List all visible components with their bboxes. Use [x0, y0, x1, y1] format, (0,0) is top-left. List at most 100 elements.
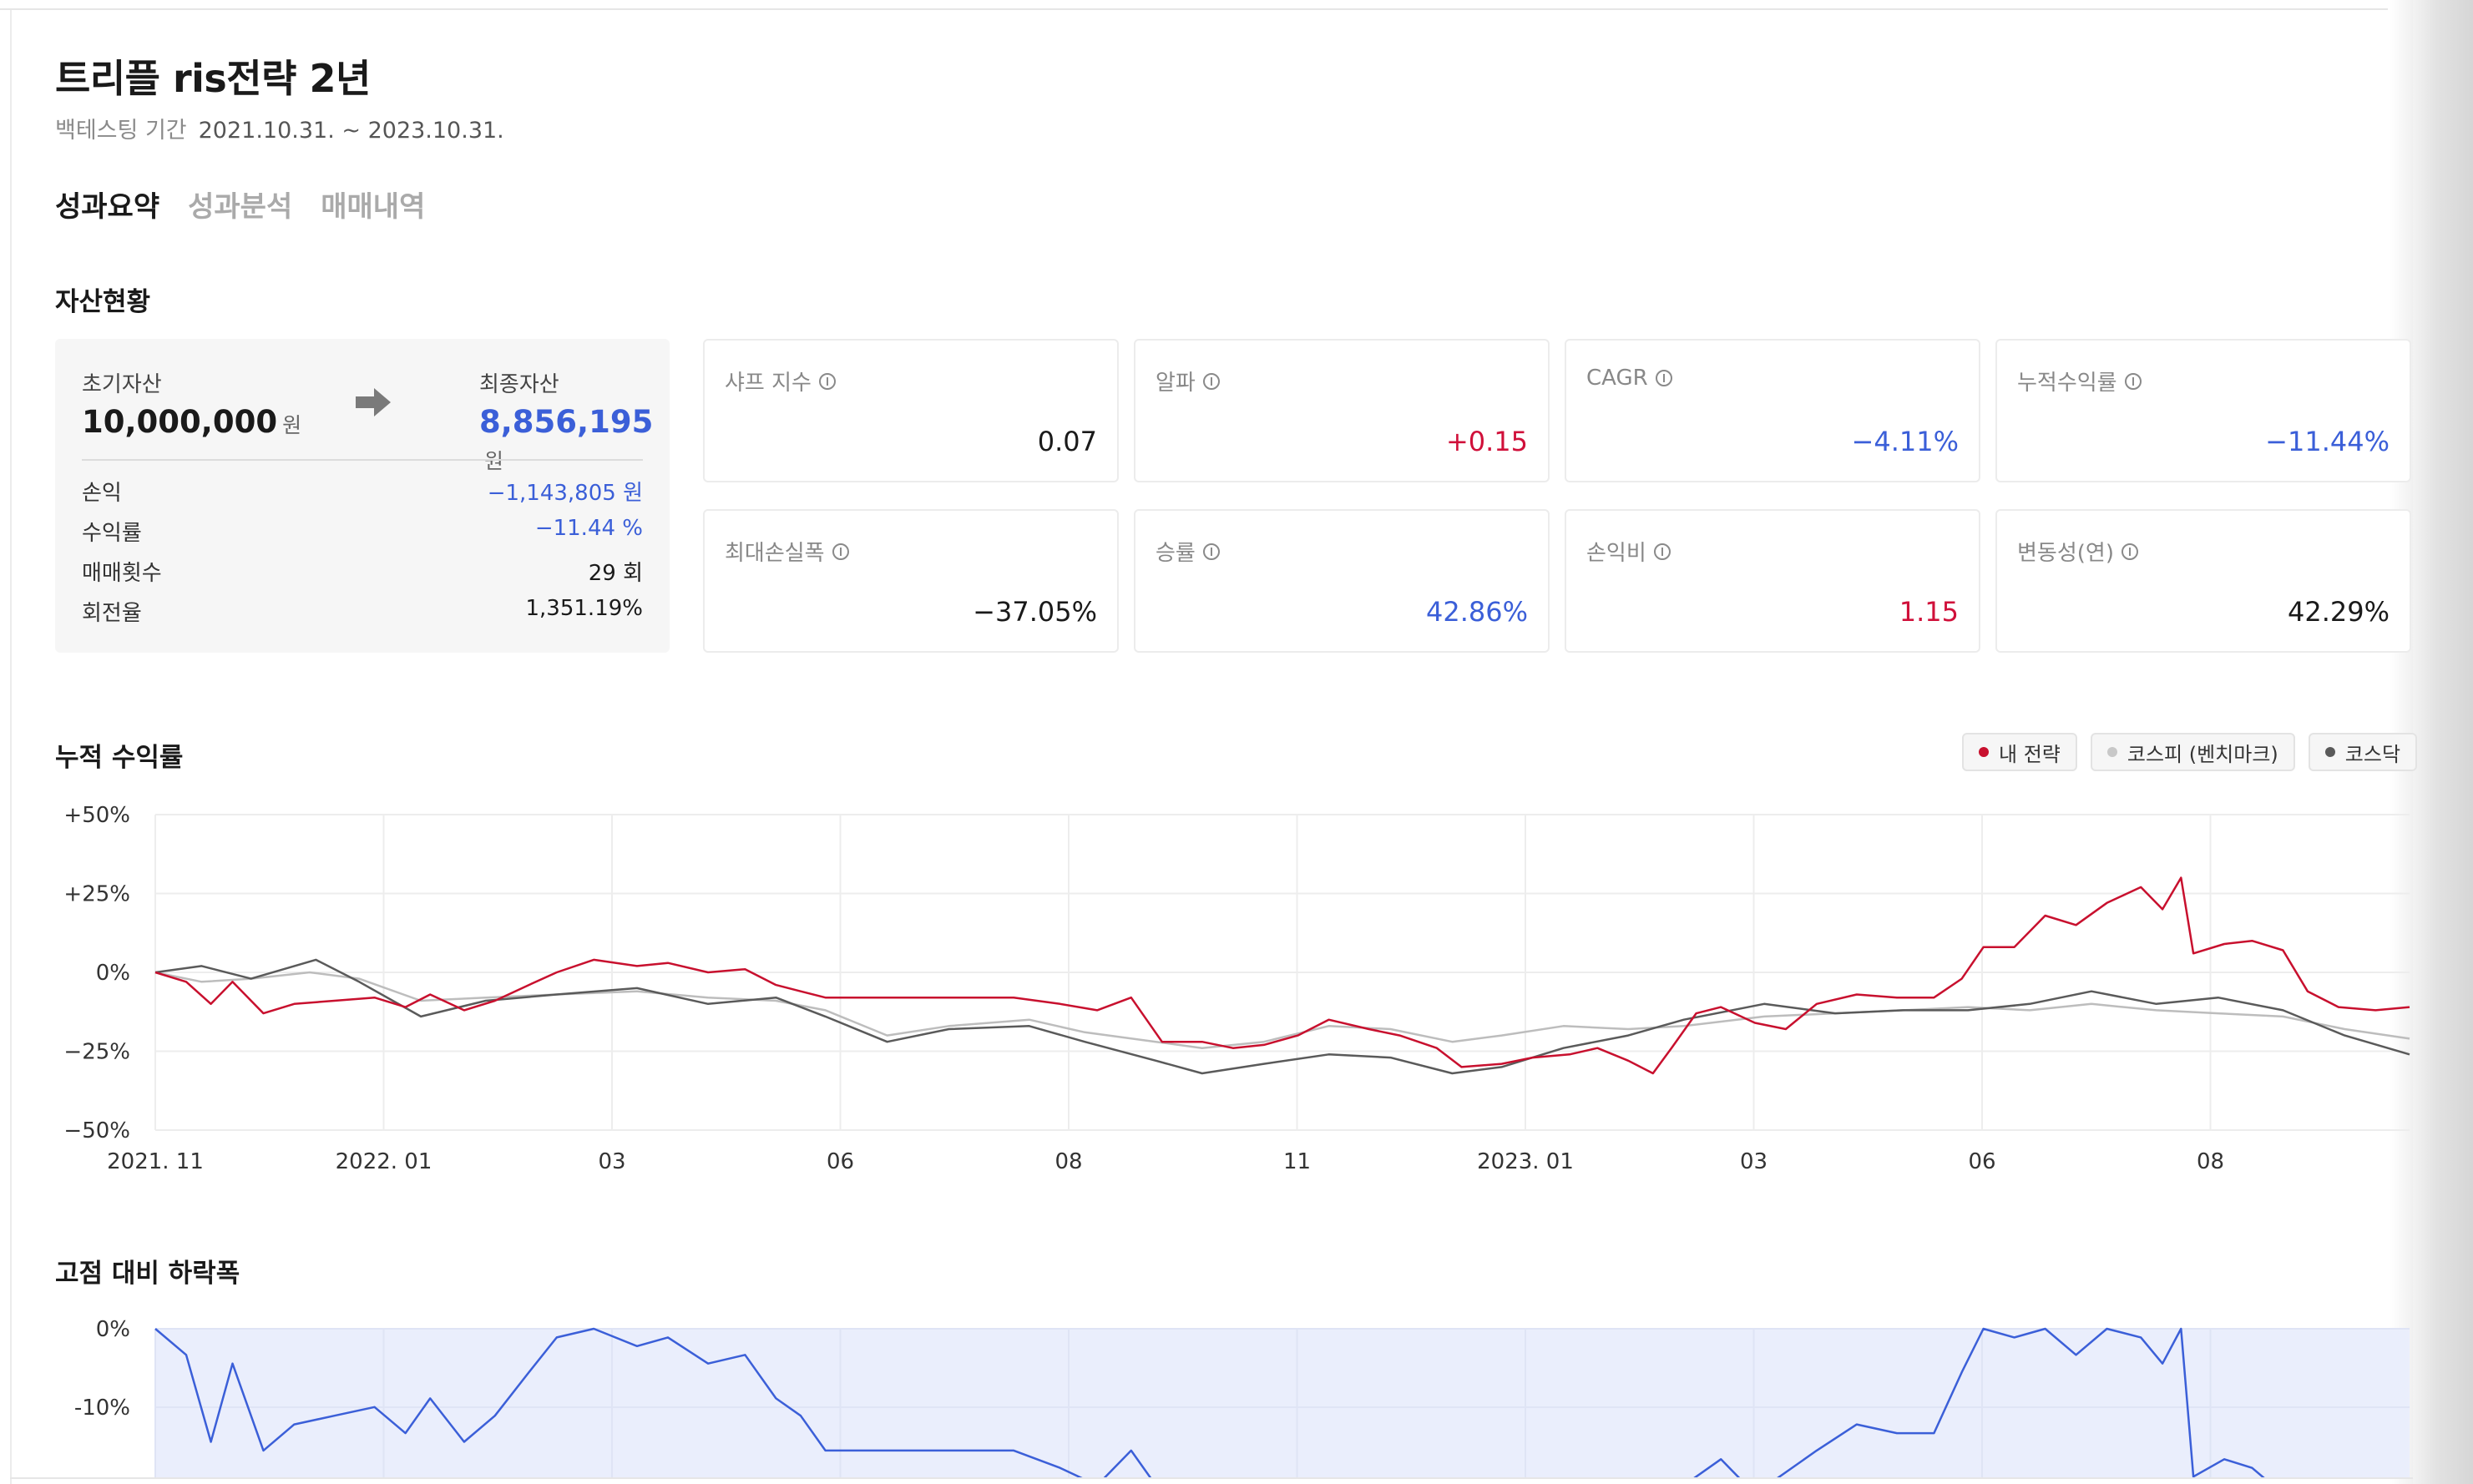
metric-label: 샤프 지수 — [725, 371, 812, 396]
metric-name: 승률 — [1156, 536, 1221, 567]
metric-name: 샤프 지수 — [725, 366, 837, 396]
info-circle-icon[interactable] — [818, 372, 837, 391]
metric-value: +0.15 — [1445, 426, 1528, 457]
metric-value: −4.11% — [1851, 426, 1959, 457]
asset-divider — [82, 459, 643, 461]
info-circle-icon[interactable] — [2124, 372, 2142, 391]
legend-dot — [1979, 747, 1989, 757]
metric-label: 알파 — [1156, 371, 1196, 396]
metric-name: 최대손실폭 — [725, 536, 850, 567]
metric-card-profit-loss-ratio: 손익비 1.15 — [1565, 509, 1980, 653]
backtest-period: 백테스팅 기간 2021.10.31. ~ 2023.10.31. — [55, 112, 504, 144]
left-rule — [10, 10, 12, 1484]
asset-summary-card: 초기자산 10,000,000 원 최종자산 8,856,195원 손익 −1,1… — [55, 339, 670, 653]
metric-card-volatility: 변동성(연) 42.29% — [1995, 509, 2411, 653]
info-circle-icon[interactable] — [1655, 369, 1673, 387]
y-tick-label: +50% — [63, 803, 130, 828]
series-line-0 — [154, 876, 2410, 1075]
legend-dot — [2324, 747, 2335, 757]
x-tick-label: 03 — [1740, 1149, 1768, 1174]
cumulative-chart-title: 누적 수익률 — [55, 743, 184, 773]
asset-row-label: 회전율 — [82, 601, 142, 626]
tab-summary[interactable]: 성과요약 — [55, 184, 159, 225]
final-asset-unit: 원 — [484, 449, 504, 473]
x-tick-label: 03 — [598, 1149, 625, 1174]
tab-trades[interactable]: 매매내역 — [321, 184, 425, 225]
metric-value: 42.29% — [2287, 596, 2390, 628]
metric-value: −11.44% — [2265, 426, 2390, 457]
period-label: 백테스팅 기간 — [55, 118, 187, 144]
x-tick-label: 2021. 11 — [107, 1149, 204, 1174]
x-tick-label: 08 — [2197, 1149, 2224, 1174]
metric-value: 0.07 — [1037, 426, 1097, 457]
metric-card-max-drawdown: 최대손실폭 −37.05% — [703, 509, 1119, 653]
metric-name: 손익비 — [1586, 536, 1671, 567]
page-title: 트리플 ris전략 2년 — [55, 56, 371, 101]
legend-item-kospi[interactable]: 코스피 (벤치마크) — [2090, 733, 2295, 771]
x-tick-label: 2023. 01 — [1477, 1149, 1574, 1174]
initial-asset-unit: 원 — [282, 413, 302, 437]
asset-row-value: 29 회 — [588, 561, 643, 586]
metric-card-win-rate: 승률 42.86% — [1134, 509, 1550, 653]
y-tick-label: 0% — [96, 1317, 130, 1342]
initial-asset-amount: 10,000,000 원 — [82, 404, 301, 440]
asset-row-pnl: 손익 −1,143,805 원 — [82, 476, 643, 507]
x-tick-label: 06 — [1968, 1149, 1995, 1174]
y-tick-label: −25% — [63, 1040, 130, 1065]
period-value: 2021.10.31. ~ 2023.10.31. — [198, 118, 504, 144]
legend-item-kosdaq[interactable]: 코스닥 — [2308, 733, 2418, 771]
chart-legend: 내 전략 코스피 (벤치마크) 코스닥 — [1962, 733, 2418, 771]
metric-card-cumulative-return: 누적수익률 −11.44% — [1995, 339, 2411, 482]
asset-section-title: 자산현황 — [55, 287, 151, 317]
bottom-rule — [10, 1477, 2413, 1479]
asset-row-return: 수익률 −11.44 % — [82, 516, 643, 547]
drawdown-chart-title: 고점 대비 하락폭 — [55, 1259, 240, 1289]
y-tick-label: −50% — [63, 1118, 130, 1143]
asset-row-value: −11.44 % — [534, 516, 643, 541]
metric-card-alpha: 알파 +0.15 — [1134, 339, 1550, 482]
info-circle-icon[interactable] — [2121, 543, 2139, 561]
metric-name: 누적수익률 — [2017, 366, 2142, 396]
asset-row-value: −1,143,805 원 — [487, 481, 643, 506]
metric-name: 변동성(연) — [2017, 536, 2139, 567]
top-rule — [0, 8, 2388, 10]
y-tick-label: +25% — [63, 882, 130, 907]
asset-row-label: 매매횟수 — [82, 561, 162, 586]
drawdown-chart: 0% -10% — [74, 1317, 2410, 1477]
metric-card-cagr: CAGR −4.11% — [1565, 339, 1980, 482]
metric-label: 누적수익률 — [2017, 371, 2117, 396]
series-line-2 — [154, 958, 2410, 1075]
metric-card-sharpe: 샤프 지수 0.07 — [703, 339, 1119, 482]
arrow-right-icon — [356, 388, 391, 416]
x-tick-label: 06 — [827, 1149, 854, 1174]
info-circle-icon[interactable] — [832, 543, 850, 561]
asset-row-label: 손익 — [82, 481, 122, 506]
metric-label: 손익비 — [1586, 541, 1646, 566]
x-tick-label: 11 — [1283, 1149, 1311, 1174]
metric-label: 최대손실폭 — [725, 541, 825, 566]
legend-label: 코스닥 — [2344, 742, 2401, 766]
metric-label: 변동성(연) — [2017, 541, 2114, 566]
metric-value: −37.05% — [973, 596, 1097, 628]
info-circle-icon[interactable] — [1653, 543, 1671, 561]
info-circle-icon[interactable] — [1202, 543, 1221, 561]
asset-row-value: 1,351.19% — [525, 596, 644, 621]
final-asset-value: 8,856,195 — [479, 404, 654, 440]
window-edge — [2413, 0, 2473, 1484]
x-tick-label: 2022. 01 — [336, 1149, 432, 1174]
final-asset-amount: 8,856,195 원 — [479, 404, 670, 476]
asset-row-trades: 매매횟수 29 회 — [82, 556, 643, 587]
initial-asset-value: 10,000,000 — [82, 404, 278, 440]
asset-row-turnover: 회전율 1,351.19% — [82, 596, 643, 627]
metric-value: 1.15 — [1899, 596, 1959, 628]
tab-analysis[interactable]: 성과분석 — [188, 184, 292, 225]
legend-item-strategy[interactable]: 내 전략 — [1962, 733, 2077, 771]
info-circle-icon[interactable] — [1202, 372, 1221, 391]
legend-dot — [2106, 747, 2117, 757]
legend-label: 코스피 (벤치마크) — [2127, 742, 2278, 766]
initial-asset-label: 초기자산 — [82, 372, 162, 397]
metric-name: CAGR — [1586, 366, 1673, 391]
metric-value: 42.86% — [1425, 596, 1528, 628]
asset-row-label: 수익률 — [82, 521, 142, 546]
tab-bar: 성과요약 성과분석 매매내역 — [55, 184, 425, 225]
